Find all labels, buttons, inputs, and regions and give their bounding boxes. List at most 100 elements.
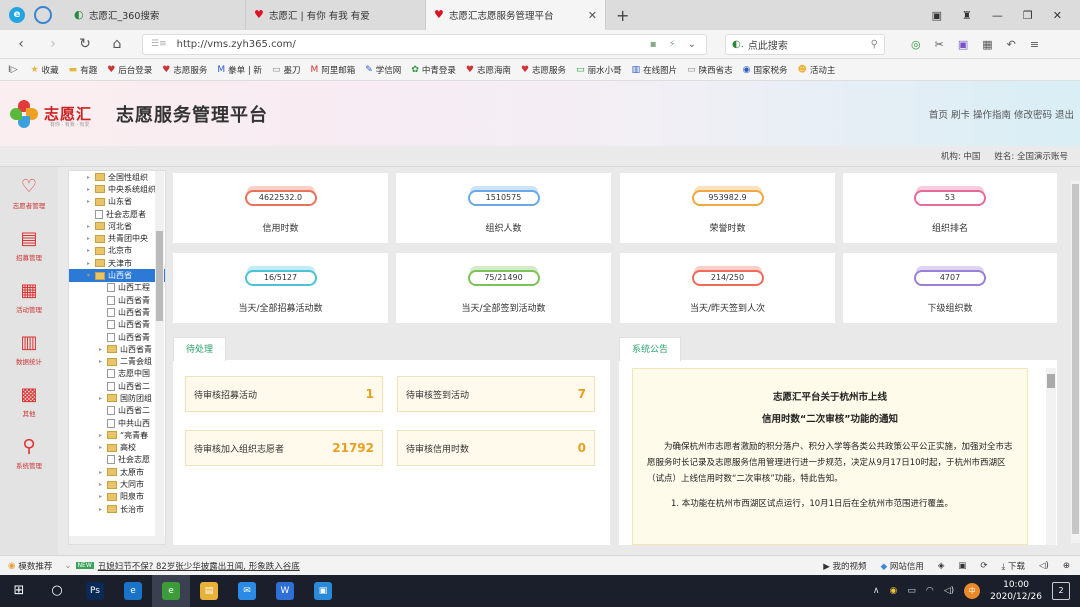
minimize-button[interactable]: —	[992, 9, 1003, 22]
bookmark-item[interactable]: ★ 收藏	[31, 64, 59, 76]
organization-tree[interactable]: ▸ 全国性组织 ▸ 中央系统组织 ▸ 山东省 社会志愿者 ▸ 河北省 ▸ 共青团中央 ▸ 北京市 ▸ 天津市…	[68, 170, 166, 545]
taskbar-explorer-icon[interactable]: ▤	[190, 575, 228, 607]
nav-other[interactable]: ▩ 其他	[0, 375, 58, 427]
shield-status-icon[interactable]: ◈	[938, 561, 945, 571]
address-bar[interactable]: ☰≡ http://vms.zyh365.com/ ▪ ⚡ ⌄	[142, 33, 707, 55]
taskbar-mail-icon[interactable]: ✉	[228, 575, 266, 607]
expand-icon[interactable]: ▸	[99, 346, 107, 353]
bookmark-item[interactable]: ▭ 墨刀	[272, 64, 301, 76]
tree-node[interactable]: ▾ 山西省	[69, 269, 165, 282]
nav-volunteer-management[interactable]: ♡ 志愿者管理	[0, 167, 58, 219]
expand-icon[interactable]: ▸	[87, 235, 95, 242]
bookmark-item[interactable]: ▬ 有趣	[69, 64, 98, 76]
site-info-icon[interactable]: ☰≡	[151, 39, 167, 49]
credit-link[interactable]: ◆ 网站信用	[881, 560, 924, 572]
tab-search[interactable]: ◐ 志愿汇_360搜索	[66, 0, 246, 30]
stat-card[interactable]: 4622532.0 信用时数	[173, 173, 388, 243]
expand-icon[interactable]: ▸	[99, 395, 107, 402]
bookmark-item[interactable]: ▭ 丽水小哥	[576, 64, 622, 76]
bookmark-item[interactable]: ♥ 志愿服务	[162, 64, 207, 76]
nav-recruitment-management[interactable]: ▤ 招募管理	[0, 219, 58, 271]
dropdown-icon[interactable]: ⌄	[688, 39, 696, 50]
nav-data-statistics[interactable]: ▥ 数据统计	[0, 323, 58, 375]
ime-icon[interactable]: 中	[964, 583, 981, 599]
tree-node[interactable]: ▸ 全国性组织	[69, 171, 165, 183]
shield-icon[interactable]: ◎	[911, 38, 921, 51]
sync-icon[interactable]: ⟳	[980, 561, 987, 571]
bookmark-item[interactable]: ◉ 国家税务	[743, 64, 788, 76]
notification-button[interactable]: 2	[1052, 582, 1070, 600]
restore-button[interactable]: ❐	[1023, 9, 1033, 22]
screenshot-icon[interactable]: ▣	[958, 561, 966, 571]
speaker-icon[interactable]: ◁)	[1039, 561, 1049, 571]
expand-icon[interactable]: ▸	[99, 432, 107, 439]
recommend-label[interactable]: 模数推荐	[18, 560, 52, 572]
taskbar-edge-icon[interactable]: e	[114, 575, 152, 607]
undo-icon[interactable]: ↶	[1007, 38, 1016, 51]
network-icon[interactable]: ▭	[907, 586, 916, 596]
stat-card[interactable]: 75/21490 当天/全部签到活动数	[396, 253, 611, 323]
chevron-down-icon[interactable]: ⌄	[64, 561, 71, 571]
header-link-home[interactable]: 首页	[929, 107, 948, 121]
bookmark-item[interactable]: ♥ 志愿服务	[521, 64, 566, 76]
pending-recruit-activities[interactable]: 待审核招募活动 1	[185, 376, 383, 412]
header-link-password[interactable]: 修改密码	[1014, 107, 1052, 121]
menu-icon[interactable]: ≡	[1030, 38, 1039, 51]
expand-icon[interactable]: ▾	[87, 272, 95, 279]
zoom-icon[interactable]: ⊕	[1063, 561, 1070, 571]
lightning-icon[interactable]: ⚡	[669, 39, 676, 50]
expand-icon[interactable]: ▸	[99, 506, 107, 513]
back-button[interactable]: ‹	[14, 36, 28, 52]
page-scrollbar[interactable]	[1071, 181, 1080, 543]
tree-node[interactable]: ▸ 高校	[69, 442, 165, 454]
tree-node[interactable]: ▸ 太原市	[69, 466, 165, 478]
bookmark-item[interactable]: ☻ 活动主	[798, 64, 836, 76]
tree-node[interactable]: 社会志愿	[69, 454, 165, 466]
tree-node[interactable]: 山西省青	[69, 306, 165, 318]
header-link-card[interactable]: 刷卡	[951, 107, 970, 121]
bookmark-item[interactable]: ▭ 陕西省志	[687, 64, 733, 76]
bookmark-item[interactable]: ✎ 学信网	[365, 64, 401, 76]
stat-card[interactable]: 4707 下级组织数	[843, 253, 1057, 323]
bookmark-item[interactable]: ✿ 中青登录	[411, 64, 456, 76]
shirt-icon[interactable]: ♜	[962, 9, 972, 22]
bookmark-item[interactable]: ♥ 志愿海南	[466, 64, 511, 76]
expand-icon[interactable]: ▸	[99, 493, 107, 500]
tree-node[interactable]: ▸ 天津市	[69, 257, 165, 269]
close-window-button[interactable]: ✕	[1053, 9, 1062, 22]
pending-signin-activities[interactable]: 待审核签到活动 7	[397, 376, 595, 412]
search-box[interactable]: ◐. 点此搜索 ⚲	[725, 33, 885, 55]
bookmark-item[interactable]: ▥ 在线图片	[632, 64, 678, 76]
news-headline[interactable]: 丑媳妇节不保? 82岁张少华披露出丑闻, 形象跌入谷底	[98, 560, 300, 572]
tree-node[interactable]: ▸ 阳泉市	[69, 491, 165, 503]
taskbar-360-browser-icon[interactable]: e	[152, 575, 190, 607]
tree-node[interactable]: 志愿中国	[69, 368, 165, 380]
reload-button[interactable]: ↻	[78, 36, 92, 52]
tray-app-icon[interactable]: ◉	[889, 586, 897, 596]
tree-node[interactable]: 山西省二	[69, 405, 165, 417]
tree-node[interactable]: 山西省青	[69, 331, 165, 343]
wifi-icon[interactable]: ◠	[926, 586, 934, 596]
tree-node[interactable]: ▸ “亮青春	[69, 429, 165, 441]
tree-node[interactable]: ▸ 河北省	[69, 220, 165, 232]
stat-card[interactable]: 53 组织排名	[843, 173, 1057, 243]
tree-node[interactable]: 中共山西	[69, 417, 165, 429]
new-tab-button[interactable]: +	[606, 6, 639, 25]
tab-announcement[interactable]: 系统公告	[619, 337, 682, 361]
tab-pending[interactable]: 待处理	[173, 337, 227, 361]
tree-node[interactable]: ▸ 国防团组	[69, 392, 165, 404]
expand-icon[interactable]: ▸	[99, 469, 107, 476]
reader-icon[interactable]: ▪	[650, 39, 657, 50]
stat-card[interactable]: 16/5127 当天/全部招募活动数	[173, 253, 388, 323]
taskbar-photoshop-icon[interactable]: Ps	[76, 575, 114, 607]
volume-icon[interactable]: ◁)	[944, 586, 954, 596]
taskbar-app-icon[interactable]: ▣	[304, 575, 342, 607]
tree-node[interactable]: ▸ 山西省青	[69, 343, 165, 355]
search-icon[interactable]: ⚲	[871, 39, 878, 50]
home-button[interactable]: ⌂	[110, 36, 124, 52]
expand-icon[interactable]: ▸	[87, 223, 95, 230]
tree-node[interactable]: ▸ 中央系统组织	[69, 183, 165, 195]
nav-activity-management[interactable]: ▦ 活动管理	[0, 271, 58, 323]
pending-credit-hours[interactable]: 待审核信用时数 0	[397, 430, 595, 466]
taskbar-wps-icon[interactable]: W	[266, 575, 304, 607]
